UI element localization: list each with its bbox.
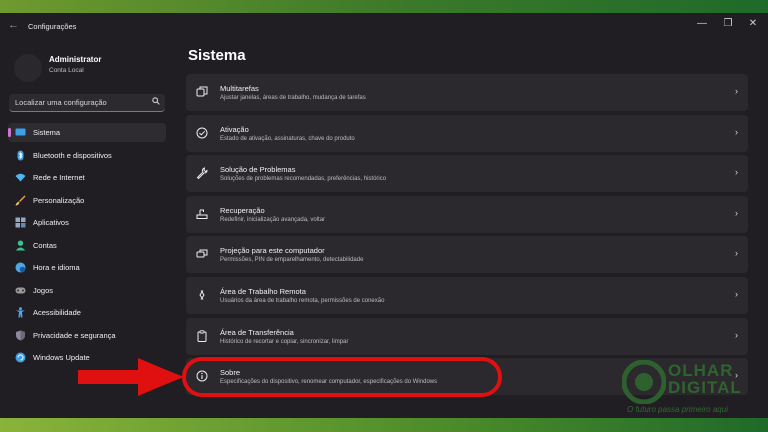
bottom-green-band <box>0 418 768 432</box>
card-subtitle: Soluções de problemas recomendadas, pref… <box>220 176 387 183</box>
sidebar-item-jogos[interactable]: Jogos <box>8 281 166 300</box>
card-subtitle: Usuários da área de trabalho remota, per… <box>220 297 385 304</box>
sidebar-item-label: Acessibilidade <box>33 308 81 317</box>
shield-icon <box>15 330 26 341</box>
remote-desktop-icon <box>196 289 208 301</box>
sidebar-item-label: Sistema <box>33 128 61 137</box>
card-title: Projeção para este computador <box>220 246 325 256</box>
sidebar-item-label: Jogos <box>33 285 54 295</box>
maximize-button[interactable]: ❐ <box>720 18 736 29</box>
settings-card-list: Multitarefas Ajustar janelas, áreas de t… <box>186 74 748 399</box>
card-title: Multitarefas <box>220 84 259 93</box>
sidebar-item-sistema[interactable]: Sistema <box>8 123 166 142</box>
watermark-line1: OLHAR <box>668 361 734 380</box>
card-title: Ativação <box>220 124 249 134</box>
watermark-line2: DIGITAL <box>668 378 742 397</box>
user-name: Administrator <box>49 55 102 64</box>
card-ativacao[interactable]: Ativação Estado de ativação, assinaturas… <box>186 114 748 152</box>
sobre-highlight-ring <box>182 357 502 397</box>
sidebar-item-hora-idioma[interactable]: Hora e idioma <box>8 258 166 277</box>
sidebar-item-aplicativos[interactable]: Aplicativos <box>8 213 166 232</box>
title-bar: ← Configurações — ❐ ✕ <box>0 13 768 41</box>
app-title: Configurações <box>28 22 77 31</box>
red-arrow-icon <box>78 358 184 396</box>
card-solucao-problemas[interactable]: Solução de Problemas Soluções de problem… <box>186 155 748 193</box>
back-arrow-icon[interactable]: ← <box>8 19 19 31</box>
chevron-right-icon: › <box>735 167 738 178</box>
card-subtitle: Estado de ativação, assinaturas, chave d… <box>220 135 355 142</box>
search-placeholder: Localizar uma configuração <box>15 98 107 107</box>
sidebar-item-label: Aplicativos <box>33 218 69 227</box>
search-input[interactable]: Localizar uma configuração <box>9 94 165 112</box>
sidebar-item-label: Contas <box>33 240 57 250</box>
card-subtitle: Histórico de recortar e copiar, sincroni… <box>220 338 349 345</box>
apps-icon <box>15 217 26 228</box>
avatar[interactable] <box>14 54 42 82</box>
sidebar-item-label: Hora e idioma <box>33 263 80 272</box>
clipboard-icon <box>196 329 208 342</box>
close-button[interactable]: ✕ <box>745 18 761 29</box>
recovery-icon <box>196 208 208 220</box>
chevron-right-icon: › <box>735 248 738 259</box>
card-title: Área de Transferência <box>220 327 294 337</box>
brush-icon <box>15 195 26 206</box>
chevron-right-icon: › <box>735 86 738 96</box>
account-type: Conta Local <box>49 67 84 74</box>
chevron-right-icon: › <box>735 126 738 137</box>
chevron-right-icon: › <box>735 329 738 340</box>
chevron-right-icon: › <box>735 288 738 299</box>
search-icon[interactable] <box>152 97 160 107</box>
update-icon <box>15 352 26 363</box>
card-subtitle: Ajustar janelas, áreas de trabalho, muda… <box>220 95 366 101</box>
projection-icon <box>196 248 208 260</box>
activation-check-icon <box>196 127 208 139</box>
multitasking-icon <box>196 86 208 98</box>
top-green-band <box>0 0 768 13</box>
card-multitarefas[interactable]: Multitarefas Ajustar janelas, áreas de t… <box>186 74 748 111</box>
sidebar-item-bluetooth[interactable]: Bluetooth e dispositivos <box>8 146 166 165</box>
chevron-right-icon: › <box>735 207 738 218</box>
page-title: Sistema <box>188 47 246 64</box>
gamepad-icon <box>15 285 26 296</box>
sidebar-item-label: Bluetooth e dispositivos <box>33 150 112 160</box>
sidebar-item-acessibilidade[interactable]: Acessibilidade <box>8 303 166 322</box>
minimize-button[interactable]: — <box>694 18 710 29</box>
watermark-brand: OLHAR DIGITAL <box>668 362 742 396</box>
card-projecao[interactable]: Projeção para este computador Permissões… <box>186 236 748 274</box>
sidebar-item-rede[interactable]: Rede e Internet <box>8 168 166 187</box>
card-area-trabalho-remota[interactable]: Área de Trabalho Remota Usuários da área… <box>186 276 748 314</box>
sidebar-item-label: Personalização <box>33 195 85 205</box>
sidebar-item-label: Privacidade e segurança <box>33 330 116 340</box>
monitor-icon <box>15 127 26 138</box>
card-title: Solução de Problemas <box>220 165 296 175</box>
card-subtitle: Redefinir, inicialização avançada, volta… <box>220 216 326 223</box>
card-title: Recuperação <box>220 205 265 215</box>
wifi-icon <box>15 172 26 183</box>
globe-clock-icon <box>15 262 26 273</box>
accessibility-icon <box>15 307 26 318</box>
card-title: Área de Trabalho Remota <box>220 286 306 296</box>
bluetooth-icon <box>15 150 26 161</box>
sidebar-item-label: Rede e Internet <box>33 173 85 182</box>
wrench-icon <box>196 167 208 180</box>
card-subtitle: Permissões, PIN de emparelhamento, detec… <box>220 257 364 264</box>
sidebar-nav: Sistema Bluetooth e dispositivos Rede e … <box>8 123 166 371</box>
olhar-digital-logo-icon <box>622 360 666 404</box>
watermark-tagline: O futuro passa primeiro aqui <box>627 405 728 414</box>
card-area-transferencia[interactable]: Área de Transferência Histórico de recor… <box>186 317 748 355</box>
sidebar-item-contas[interactable]: Contas <box>8 236 166 255</box>
person-icon <box>15 240 26 251</box>
sidebar-item-personalizacao[interactable]: Personalização <box>8 191 166 210</box>
card-recuperacao[interactable]: Recuperação Redefinir, inicialização ava… <box>186 195 748 233</box>
